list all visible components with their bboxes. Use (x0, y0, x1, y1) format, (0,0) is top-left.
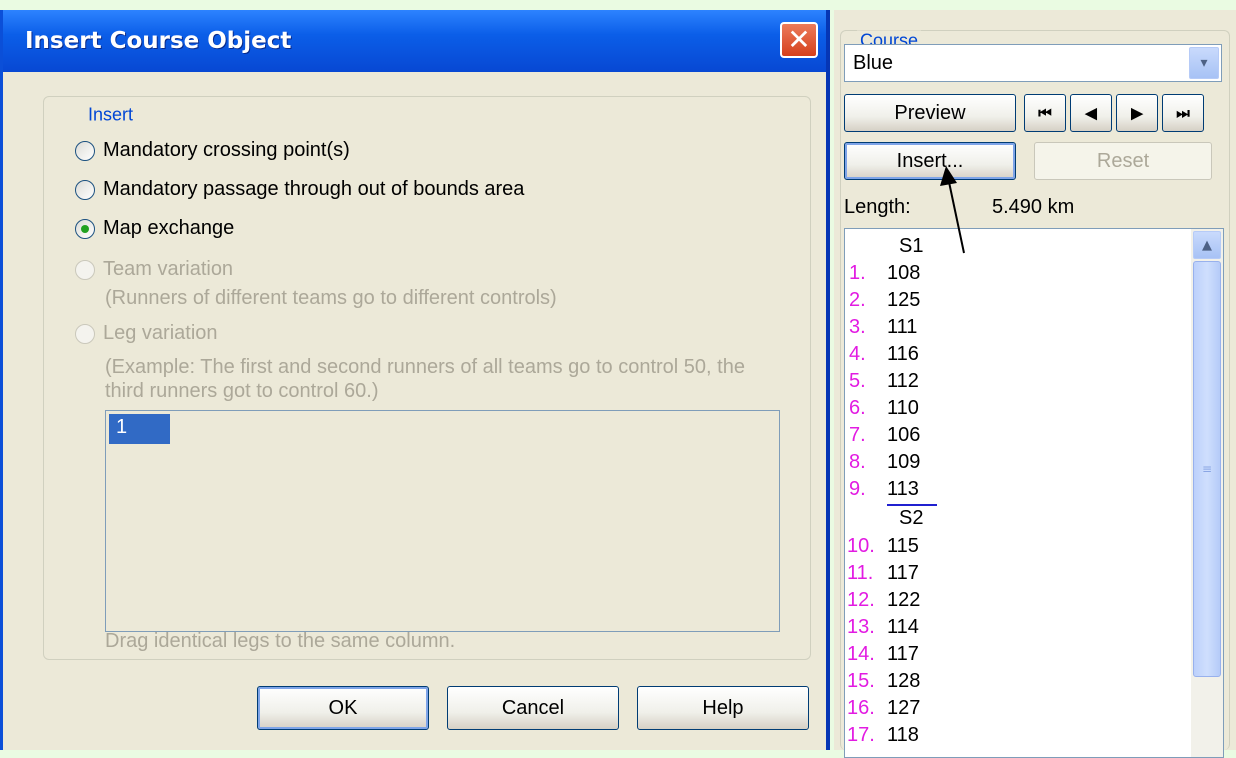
radio-circle-icon (75, 323, 95, 344)
insert-course-object-dialog: Insert Course Object ✕ Insert Mandatory … (0, 10, 830, 750)
radio-label: Mandatory crossing point(s) (103, 139, 350, 161)
leg-variation-example: (Example: The first and second runners o… (105, 356, 745, 378)
leg-number: 16. (847, 697, 875, 719)
leg-control: 118 (887, 724, 919, 746)
leg-control: 116 (887, 343, 919, 365)
map-exchange-marker (887, 504, 937, 506)
course-legs-list[interactable]: S1 1. 108 2. 125 3. 111 4. 116 5. 112 6. 110 7… (844, 228, 1224, 758)
leg-control: 115 (887, 535, 919, 557)
length-label: Length: (844, 196, 911, 218)
drag-hint: Drag identical legs to the same column. (105, 630, 456, 652)
reset-button[interactable]: Reset (1034, 142, 1212, 180)
dialog-body: Insert Mandatory crossing point(s) Manda… (3, 72, 826, 750)
close-icon[interactable]: ✕ (780, 22, 818, 58)
radio-mandatory-passage[interactable]: Mandatory passage through out of bounds … (75, 178, 524, 201)
vertical-scrollbar[interactable]: ▲ ≡ (1191, 229, 1223, 757)
radio-map-exchange[interactable]: Map exchange (75, 217, 234, 240)
leg-number: 6. (849, 397, 866, 419)
cancel-button[interactable]: Cancel (447, 686, 619, 730)
scroll-up-icon[interactable]: ▲ (1193, 231, 1221, 259)
scroll-thumb[interactable]: ≡ (1193, 261, 1221, 677)
leg-number: 2. (849, 289, 866, 311)
previous-icon[interactable]: ◀ (1070, 94, 1112, 132)
ok-button[interactable]: OK (257, 686, 429, 730)
radio-leg-variation[interactable]: Leg variation (75, 322, 218, 345)
leg-control: 108 (887, 262, 921, 284)
variation-listbox[interactable]: 1 (105, 410, 780, 632)
last-icon[interactable]: ⏭ (1162, 94, 1204, 132)
radio-label: Mandatory passage through out of bounds … (103, 178, 525, 200)
leg-number: 14. (847, 643, 875, 665)
radio-label: Map exchange (103, 217, 235, 239)
leg-control: 111 (887, 316, 918, 338)
course-select-value: Blue (853, 52, 894, 74)
leg-number: 11. (847, 562, 874, 584)
leg-number: 9. (849, 478, 866, 500)
radio-label: Leg variation (103, 322, 218, 344)
help-button[interactable]: Help (637, 686, 809, 730)
radio-checked-icon (75, 218, 95, 239)
length-value: 5.490 km (992, 196, 1075, 218)
leg-control: 125 (887, 289, 921, 311)
leg-control: 122 (887, 589, 921, 611)
leg-control: 110 (887, 397, 919, 419)
leg-control: 109 (887, 451, 921, 473)
leg-number: 7. (849, 424, 866, 446)
leg-number: 5. (849, 370, 866, 392)
next-icon[interactable]: ▶ (1116, 94, 1158, 132)
list-item[interactable]: 1 (109, 414, 170, 444)
leg-number: 13. (847, 616, 875, 638)
leg-control: 117 (887, 643, 919, 665)
radio-circle-icon (75, 179, 95, 200)
leg-number: 10. (847, 535, 875, 557)
team-variation-note: (Runners of different teams go to differ… (105, 287, 557, 309)
leg-number: 12. (847, 589, 875, 611)
chevron-down-icon[interactable]: ▾ (1189, 47, 1219, 79)
course-panel: Course Blue ▾ Preview ⏮ ◀ ▶ ⏭ Insert... … (834, 10, 1236, 758)
radio-mandatory-crossing[interactable]: Mandatory crossing point(s) (75, 139, 350, 162)
insert-group-label: Insert (84, 104, 138, 126)
insert-button[interactable]: Insert... (844, 142, 1016, 180)
course-select[interactable]: Blue ▾ (844, 44, 1222, 82)
radio-circle-icon (75, 140, 95, 161)
first-icon[interactable]: ⏮ (1024, 94, 1066, 132)
section-label: S2 (899, 507, 924, 529)
leg-number: 15. (847, 670, 875, 692)
radio-label: Team variation (103, 258, 234, 280)
leg-control: 106 (887, 424, 921, 446)
leg-number: 4. (849, 343, 866, 365)
dialog-titlebar[interactable]: Insert Course Object ✕ (3, 10, 826, 72)
leg-number: 17. (847, 724, 875, 746)
radio-team-variation[interactable]: Team variation (75, 258, 233, 281)
leg-control: 113 (887, 478, 919, 500)
preview-button[interactable]: Preview (844, 94, 1016, 132)
leg-control: 117 (887, 562, 919, 584)
leg-number: 3. (849, 316, 866, 338)
leg-number: 1. (849, 262, 866, 284)
leg-control: 114 (887, 616, 919, 638)
leg-variation-example-2: third runners got to control 60.) (105, 380, 379, 402)
leg-control: 112 (887, 370, 919, 392)
dialog-title: Insert Course Object (25, 28, 292, 54)
radio-circle-icon (75, 259, 95, 280)
leg-number: 8. (849, 451, 866, 473)
section-label: S1 (899, 235, 924, 257)
leg-control: 128 (887, 670, 921, 692)
leg-control: 127 (887, 697, 921, 719)
